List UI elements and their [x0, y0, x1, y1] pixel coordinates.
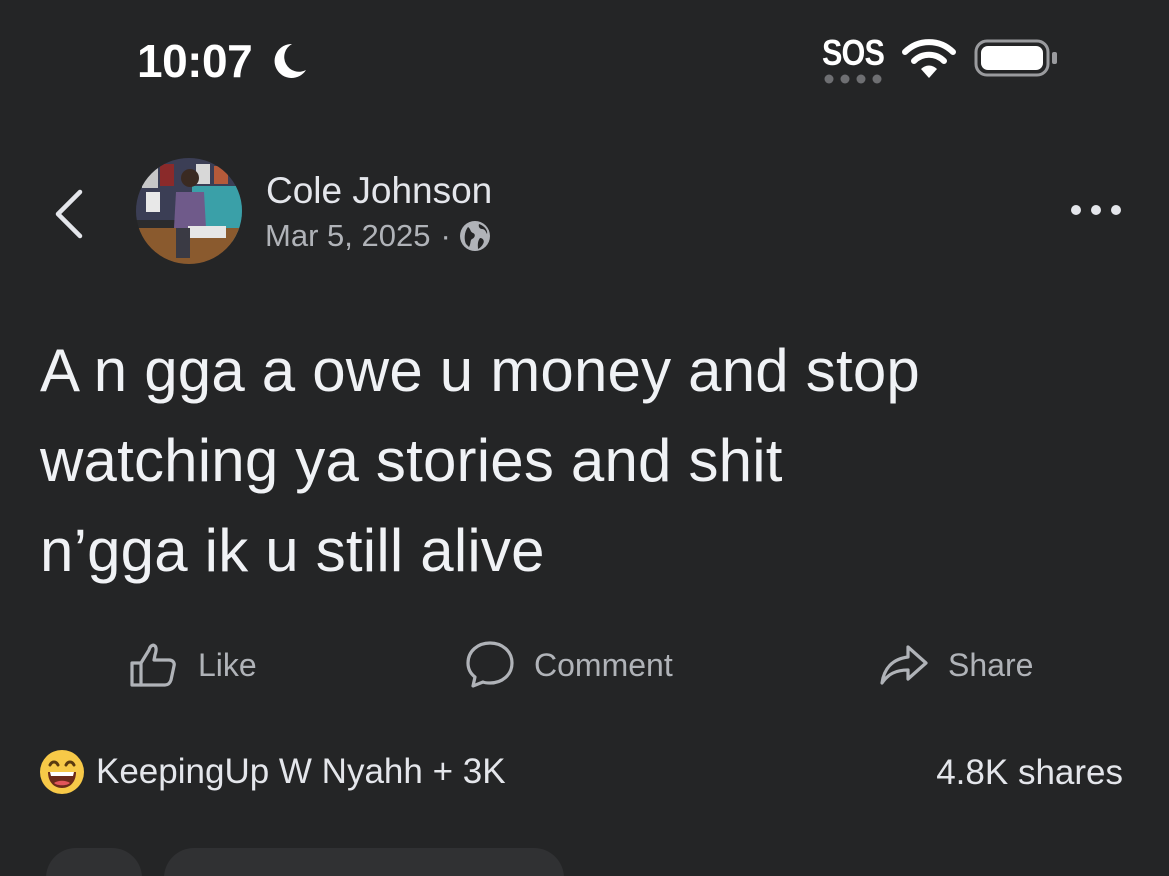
action-bar: Like Comment Share: [0, 630, 1169, 700]
more-options-icon[interactable]: [1068, 196, 1124, 224]
status-bar: 10:07 SOS: [0, 0, 1169, 120]
post-line: n’gga ik u still alive: [40, 517, 545, 584]
thumbs-up-icon: [130, 643, 176, 687]
shares-count[interactable]: 4.8K shares: [936, 753, 1123, 793]
meta-separator: ·: [440, 218, 451, 253]
like-button[interactable]: Like: [128, 630, 257, 700]
comment-button[interactable]: Comment: [464, 630, 673, 700]
grinning-face-emoji-icon: [40, 750, 84, 794]
avatar-photo: [136, 158, 242, 264]
status-carrier: SOS: [822, 32, 885, 73]
share-label: Share: [948, 646, 1034, 683]
reactions-summary[interactable]: KeepingUp W Nyahh + 3K: [38, 748, 506, 796]
post-line: A n gga a owe u money and stop: [40, 337, 920, 404]
share-arrow-icon: [880, 645, 928, 685]
avatar[interactable]: [136, 158, 242, 264]
comment-bubble-icon: [466, 641, 514, 688]
moon-icon: [274, 43, 306, 78]
post-line: watching ya stories and shit: [40, 427, 783, 494]
comment-avatar-placeholder: [46, 848, 142, 876]
back-chevron-icon[interactable]: [50, 188, 90, 240]
author-name[interactable]: Cole Johnson: [266, 170, 492, 212]
post-meta: Mar 5, 2025 ·: [265, 218, 491, 254]
post-text: A n gga a owe u money and stop watching …: [40, 326, 1140, 596]
battery-icon: [974, 39, 1057, 77]
comment-input-placeholder[interactable]: [164, 848, 564, 876]
globe-icon: [459, 221, 490, 251]
share-button[interactable]: Share: [878, 630, 1033, 700]
post-date[interactable]: Mar 5, 2025: [265, 218, 430, 254]
wifi-icon: [902, 39, 956, 78]
comment-label: Comment: [534, 646, 673, 683]
like-label: Like: [198, 646, 257, 683]
reaction-text: KeepingUp W Nyahh + 3K: [96, 752, 506, 791]
signal-dots-icon: [824, 74, 882, 84]
status-time: 10:07: [137, 35, 253, 87]
